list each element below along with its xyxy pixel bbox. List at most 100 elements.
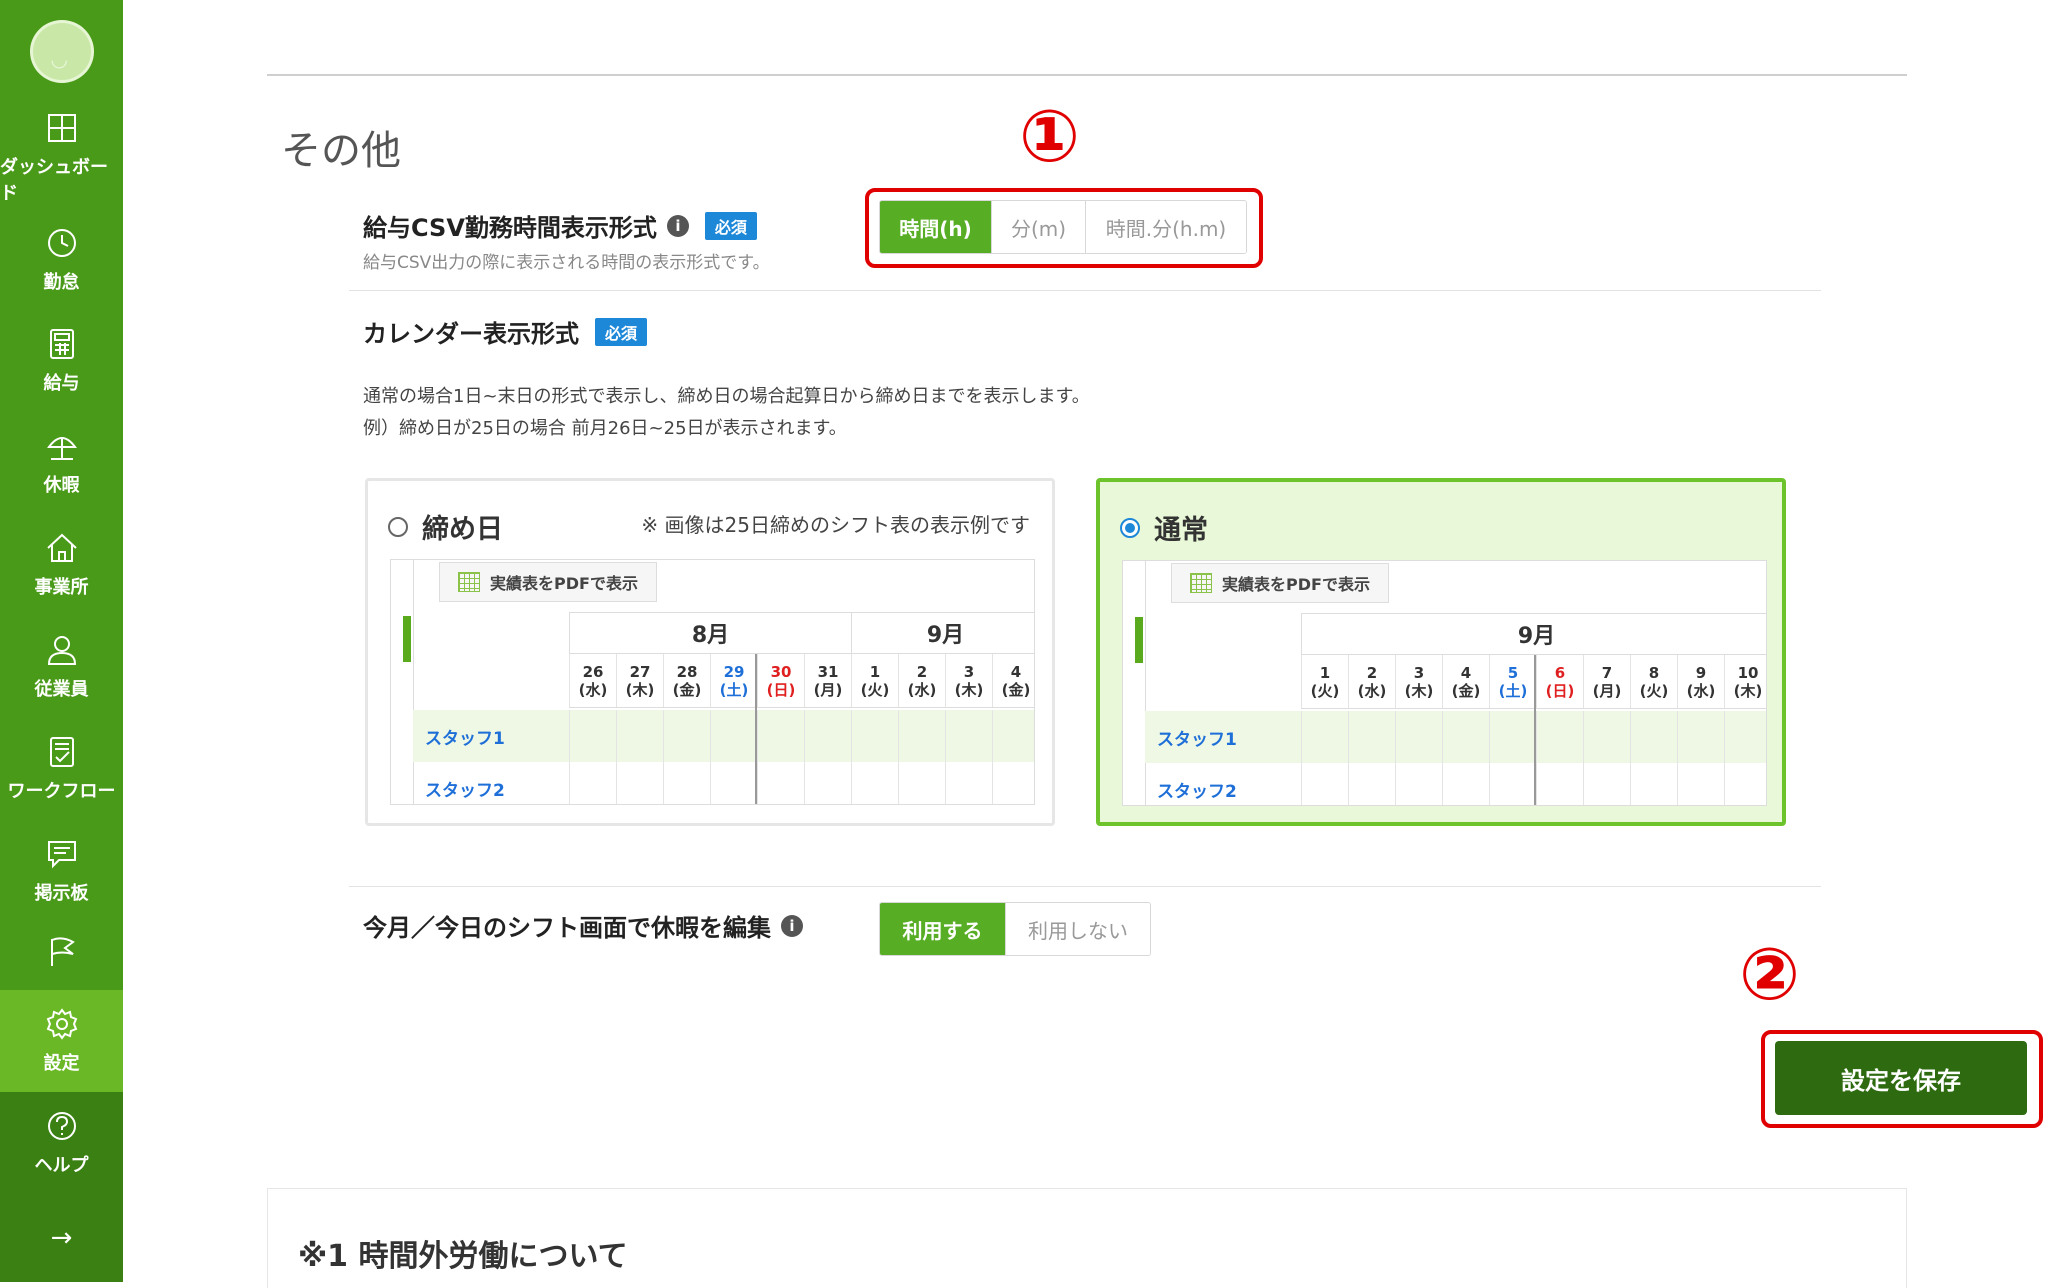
calculator-icon [45,327,79,361]
month-label: 8月 [569,613,851,653]
shift-cell [851,762,898,804]
calendar-format-description-1: 通常の場合1日~末日の形式で表示し、締め日の場合起算日から締め日までを表示します… [363,386,1090,407]
day-header-cell: 3 (木) [945,654,992,707]
shift-cell [710,710,757,762]
normal-radio-row[interactable]: 通常 [1120,508,1208,547]
save-settings-button[interactable]: 設定を保存 [1775,1041,2027,1115]
month-separator [755,654,757,804]
staff-row: スタッフ1 [1145,711,1766,763]
shift-cell [1724,763,1766,805]
grid-icon [458,572,480,592]
calendar-format-label-row: カレンダー表示形式 必須 [363,314,648,349]
day-header-cell: 2 (水) [898,654,945,707]
shift-cell [898,762,945,804]
sidebar-item-label: 事業所 [34,577,89,599]
day-header-cell: 8 (火) [1630,655,1677,708]
closing-radio-row[interactable]: 締め日 [388,507,503,546]
sidebar-item-employees[interactable]: 従業員 [0,616,123,718]
required-badge: 必須 [704,211,757,240]
left-indicator [1135,617,1143,663]
edit-leave-label-row: 今月／今日のシフト画面で休暇を編集 i [363,908,803,943]
shift-cell [1583,763,1630,805]
shift-cell [757,762,804,804]
shift-cell [1583,711,1630,763]
sidebar-expand-arrow-icon[interactable]: → [0,1193,123,1282]
shift-cell [992,710,1034,762]
annotation-number-1: ① [1019,94,1080,178]
checklist-icon [45,735,79,769]
beach-umbrella-icon [45,429,79,463]
shift-cell [1724,711,1766,763]
shift-cell [1395,711,1442,763]
shift-cell [569,710,616,762]
day-header-row: 26 (水) 27 (木) 28 (金) 29 (土) 30 (日) 31 (月) 1 (火) 2 (水) 3(… [569,654,1034,708]
day-header-cell: 28 (金) [663,654,710,707]
staff-name: スタッフ2 [425,780,505,801]
pdf-button-preview: 実績表をPDFで表示 [439,562,657,602]
grid-icon [1190,573,1212,593]
sidebar-item-attendance[interactable]: 勤怠 [0,209,123,311]
shift-cell [1348,711,1395,763]
day-header-cell: 9 (水) [1677,655,1724,708]
shift-cell [804,762,851,804]
sidebar-item-help[interactable]: ヘルプ [0,1091,123,1194]
day-header-cell: 7 (月) [1583,655,1630,708]
sidebar-item-board[interactable]: 掲示板 [0,820,123,922]
csv-format-label: 給与CSV勤務時間表示形式 [363,214,657,242]
normal-radio[interactable] [1120,517,1140,538]
section-title: その他 [281,128,401,174]
staff-name: スタッフ1 [1157,729,1237,750]
closing-option-label: 締め日 [422,514,503,545]
shift-cell [1630,763,1677,805]
calendar-option-normal-card[interactable]: 通常 実績表をPDFで表示 9月 1 (火) 2 (水) 3 (木) 4 (金) 5 (土) 6 (日… [1096,478,1786,826]
sidebar-item-workflow[interactable]: ワークフロー [0,718,123,820]
dashboard-icon [45,111,79,145]
sidebar-item-flag[interactable] [0,922,123,991]
avatar[interactable]: ◡ [29,20,94,83]
closing-calendar-preview: 実績表をPDFで表示 8月 9月 26 (水) 27 (木) 28 (金) 29 (土) 30(… [390,559,1035,805]
sidebar-item-label: 掲示板 [34,882,89,904]
closing-radio[interactable] [388,516,408,537]
row-divider [349,290,1821,291]
shift-cell [1677,711,1724,763]
shift-cell [992,762,1034,804]
day-header-cell: 5 (土) [1489,655,1536,708]
sidebar-item-office[interactable]: 事業所 [0,514,123,616]
sidebar: ◡ ダッシュボード 勤怠 給与 休暇 事業所 従業員 ワークフロー 掲示板 設定 [0,0,123,1282]
sidebar-item-label: ダッシュボード [0,156,108,204]
day-header-cell: 3 (木) [1395,655,1442,708]
normal-option-label: 通常 [1154,515,1208,546]
clock-icon [45,226,79,260]
staff-name: スタッフ1 [425,728,505,749]
day-header-cell: 10 (木) [1724,655,1766,708]
day-header-cell: 1 (火) [851,654,898,707]
day-header-cell: 30 (日) [757,654,804,707]
normal-calendar-preview: 実績表をPDFで表示 9月 1 (火) 2 (水) 3 (木) 4 (金) 5 (土) 6 (日) 7(… [1122,560,1767,806]
sidebar-item-dashboard[interactable]: ダッシュボード [0,107,123,209]
sidebar-item-payroll[interactable]: 給与 [0,310,123,412]
day-header-cell: 29 (土) [710,654,757,707]
edit-leave-label: 今月／今日のシフト画面で休暇を編集 [363,914,771,942]
shift-cell [616,710,663,762]
calendar-option-closing-card[interactable]: 締め日 ※ 画像は25日締めのシフト表の表示例です 実績表をPDFで表示 8月 … [365,478,1055,826]
sidebar-item-leave[interactable]: 休暇 [0,412,123,514]
edit-leave-option-nouse[interactable]: 利用しない [1006,903,1150,955]
edit-leave-option-use[interactable]: 利用する [880,903,1006,955]
day-header-cell: 31 (月) [804,654,851,707]
shift-cell [945,710,992,762]
sidebar-item-label: ワークフロー [7,780,116,802]
shift-cell [1395,763,1442,805]
day-header-cell: 4 (金) [992,654,1034,707]
sidebar-item-label: 勤怠 [43,271,80,293]
info-icon[interactable]: i [781,914,803,937]
calendar-format-description-2: 例）締め日が25日の場合 前月26日~25日が表示されます。 [363,418,847,439]
shift-cell [1536,711,1583,763]
info-icon[interactable]: i [666,214,689,237]
shift-cell [569,762,616,804]
staff-row: スタッフ1 [413,710,1034,762]
week-separator [1534,655,1536,805]
smile-face-icon: ◡ [50,47,68,71]
sidebar-item-settings[interactable]: 設定 [0,990,123,1092]
csv-format-description: 給与CSV出力の際に表示される時間の表示形式です。 [363,253,770,273]
shift-cell [663,710,710,762]
